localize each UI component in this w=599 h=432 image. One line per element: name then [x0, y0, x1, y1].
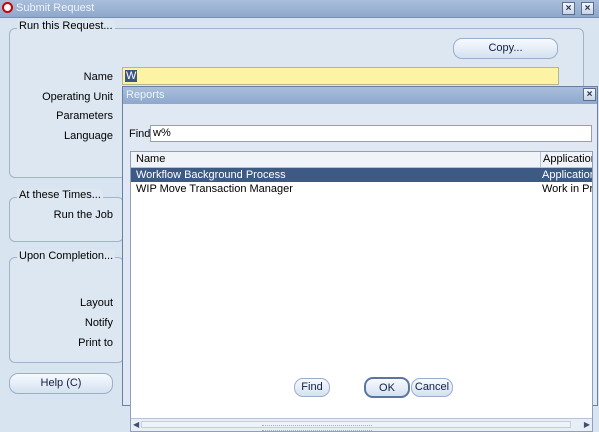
parameters-label: Parameters — [56, 110, 113, 122]
scrollbar-thumb[interactable] — [141, 421, 571, 431]
reports-dialog-titlebar: Reports × — [123, 87, 597, 104]
schedule-heading: At these Times... — [17, 189, 103, 201]
row-name: WIP Move Transaction Manager — [136, 183, 293, 195]
run-the-job-label: Run the Job — [53, 209, 113, 221]
reports-list: Name Application Workflow Background Pro… — [130, 151, 593, 432]
column-application-header[interactable]: Application — [540, 152, 592, 167]
name-input[interactable]: W — [122, 67, 559, 85]
operating-unit-label: Operating Unit — [42, 91, 113, 103]
window-title: Submit Request — [16, 2, 95, 14]
restore-window-icon[interactable]: × — [562, 2, 575, 15]
find-button[interactable]: Find — [294, 378, 330, 397]
layout-label: Layout — [79, 297, 113, 309]
column-name-header[interactable]: Name — [136, 153, 165, 165]
oracle-logo-icon — [2, 2, 13, 13]
row-application: Application — [542, 169, 593, 181]
run-request-heading: Run this Request... — [17, 20, 115, 32]
horizontal-scrollbar[interactable]: ◀ ▶ — [131, 418, 592, 431]
scroll-left-icon[interactable]: ◀ — [133, 420, 139, 429]
language-label: Language — [64, 130, 113, 142]
list-header: Name Application — [131, 152, 592, 168]
row-name: Workflow Background Process — [136, 169, 286, 181]
reports-close-icon[interactable]: × — [583, 88, 596, 101]
find-input[interactable]: w% — [150, 125, 592, 142]
list-row-workflow-background-process[interactable]: Workflow Background Process Application — [131, 168, 592, 182]
reports-dialog: Reports × Find w% Name Application Workf… — [122, 86, 598, 432]
window-titlebar: Submit Request × × — [0, 0, 599, 18]
scroll-right-icon[interactable]: ▶ — [584, 420, 590, 429]
ok-button[interactable]: OK — [364, 377, 410, 398]
name-label: Name — [83, 71, 113, 83]
cancel-button[interactable]: Cancel — [411, 378, 453, 397]
row-application: Work in Pro — [542, 183, 593, 195]
reports-dialog-title: Reports — [126, 89, 165, 101]
copy-button[interactable]: Copy... — [453, 38, 558, 59]
completion-heading: Upon Completion... — [17, 250, 116, 262]
close-window-icon[interactable]: × — [581, 2, 594, 15]
notify-label: Notify — [84, 317, 113, 329]
list-row-wip-move-transaction-manager[interactable]: WIP Move Transaction Manager Work in Pro — [131, 182, 592, 196]
help-button[interactable]: Help (C) — [9, 373, 113, 394]
print-to-label: Print to — [78, 337, 113, 349]
name-input-value: W — [125, 70, 138, 82]
find-label: Find — [129, 128, 151, 140]
